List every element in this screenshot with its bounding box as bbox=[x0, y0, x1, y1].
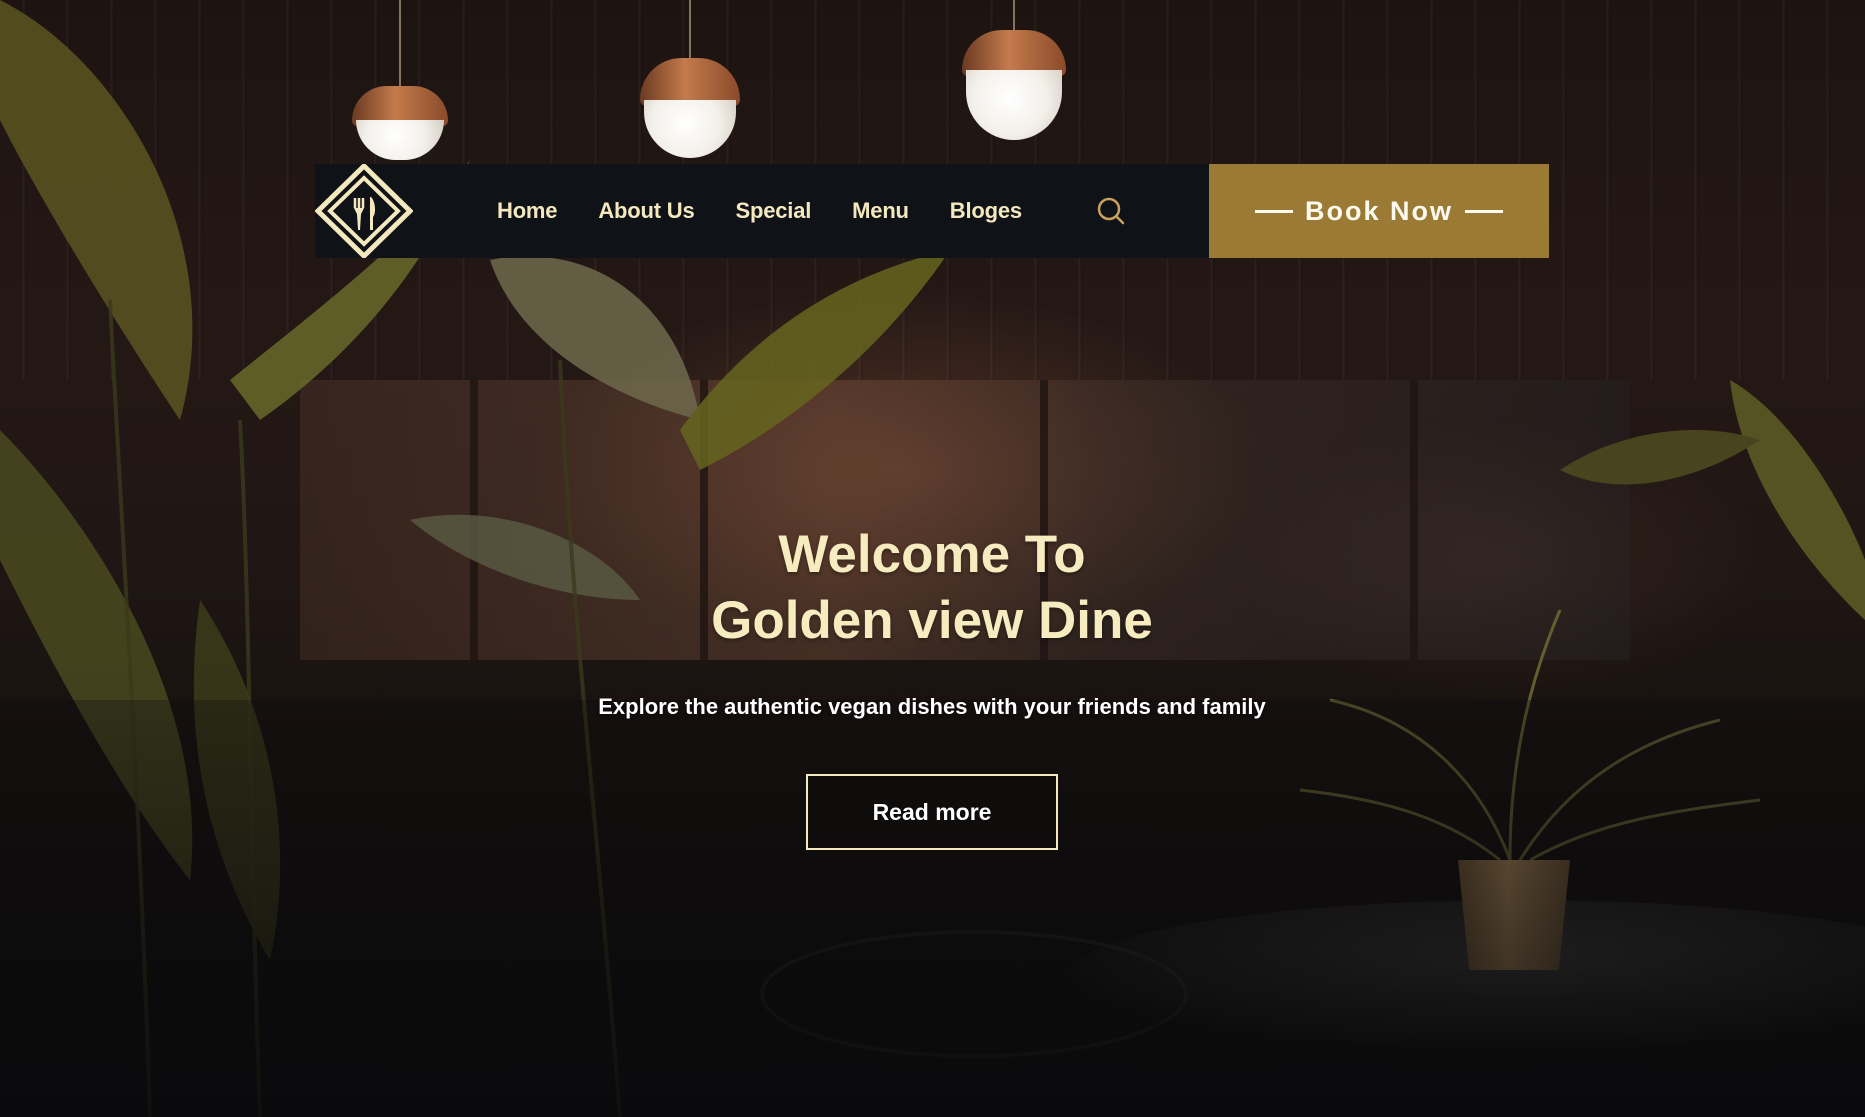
search-icon[interactable] bbox=[1095, 195, 1127, 227]
hero-title: Welcome To Golden view Dine bbox=[532, 522, 1332, 654]
nav-item-about-us[interactable]: About Us bbox=[598, 198, 694, 224]
main-navbar: Home About Us Special Menu Bloges bbox=[314, 162, 1209, 260]
decorative-dash bbox=[1255, 209, 1293, 213]
hero-title-line-2: Golden view Dine bbox=[711, 591, 1153, 650]
nav-item-bloges[interactable]: Bloges bbox=[950, 198, 1022, 224]
hero-subtitle: Explore the authentic vegan dishes with … bbox=[598, 694, 1266, 719]
floor-shadow bbox=[0, 700, 1865, 1117]
book-now-button[interactable]: Book Now bbox=[1209, 164, 1549, 258]
nav-links: Home About Us Special Menu Bloges bbox=[497, 164, 1063, 258]
book-now-label: Book Now bbox=[1305, 195, 1453, 226]
nav-item-home[interactable]: Home bbox=[497, 198, 558, 224]
nav-item-menu[interactable]: Menu bbox=[852, 198, 909, 224]
decorative-dash bbox=[1465, 209, 1503, 213]
nav-item-special[interactable]: Special bbox=[736, 198, 812, 224]
fork-knife-diamond-icon[interactable] bbox=[314, 162, 414, 260]
hero-title-line-1: Welcome To bbox=[778, 525, 1086, 584]
read-more-button[interactable]: Read more bbox=[806, 774, 1058, 850]
